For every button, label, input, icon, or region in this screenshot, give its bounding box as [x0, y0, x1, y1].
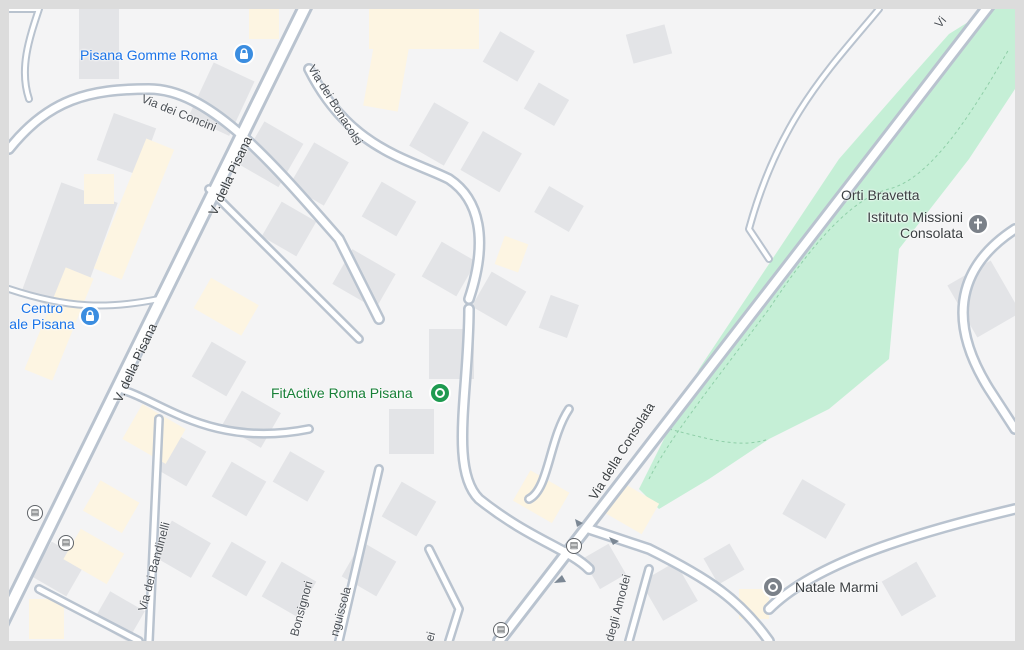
building [460, 130, 522, 193]
poi-label-natale-marmi[interactable]: Natale Marmi [795, 579, 878, 595]
building [409, 102, 469, 166]
poi-label-line: Centro [20, 300, 64, 316]
poi-label-fitactive[interactable]: FitActive Roma Pisana [271, 385, 413, 401]
poi-marker-centro-pisana[interactable] [79, 305, 101, 327]
poi-label-centro-pisana[interactable]: Centro ale Pisana [9, 300, 75, 332]
circle-marker-icon [435, 388, 445, 398]
building [272, 451, 325, 502]
building [523, 82, 570, 126]
building-highlight [82, 480, 140, 534]
building [211, 541, 267, 597]
building [191, 341, 247, 397]
building-highlight [193, 277, 259, 336]
cross-icon [974, 218, 982, 230]
lock-icon [86, 310, 94, 321]
poi-label-pisana-gomme-roma[interactable]: Pisana Gomme Roma [80, 47, 218, 63]
highlighted-buildings [24, 9, 769, 639]
bus-stop-icon[interactable]: ▤ [27, 505, 43, 521]
building [534, 186, 584, 232]
circle-marker-icon [768, 582, 778, 592]
building [947, 260, 1015, 338]
bus-stop-icon[interactable]: ▤ [58, 535, 74, 551]
building [482, 31, 535, 82]
poi-marker-fitactive[interactable] [429, 382, 451, 404]
poi-label-line: Consolata [899, 225, 963, 241]
poi-marker-istituto-missioni-consolata[interactable] [967, 213, 989, 235]
building [361, 181, 417, 237]
building [538, 294, 579, 339]
building-highlight [84, 174, 114, 204]
building-highlight [249, 9, 279, 39]
building-highlight [29, 599, 64, 639]
park-area [639, 9, 1015, 509]
building [881, 561, 937, 617]
poi-label-istituto-missioni-consolata[interactable]: Istituto Missioni Consolata [849, 209, 963, 241]
building [211, 461, 267, 517]
park-label[interactable]: Orti Bravetta [841, 187, 920, 203]
lock-icon [240, 48, 248, 59]
map-frame: Via dei Concini V. della Pisana V. della… [0, 0, 1024, 650]
building [389, 409, 434, 454]
poi-label-line: ale Pisana [9, 316, 75, 332]
building [381, 481, 437, 537]
building-highlight [494, 235, 529, 273]
bus-stop-icon[interactable]: ▤ [566, 538, 582, 554]
poi-marker-natale-marmi[interactable] [762, 576, 784, 598]
map-canvas[interactable]: Via dei Concini V. della Pisana V. della… [9, 9, 1015, 641]
bus-stop-icon[interactable]: ▤ [493, 622, 509, 638]
poi-label-line: Istituto Missioni [867, 209, 963, 225]
building [79, 9, 119, 79]
building [625, 24, 673, 64]
poi-marker-pisana-gomme-roma[interactable] [233, 43, 255, 65]
building [782, 479, 846, 539]
